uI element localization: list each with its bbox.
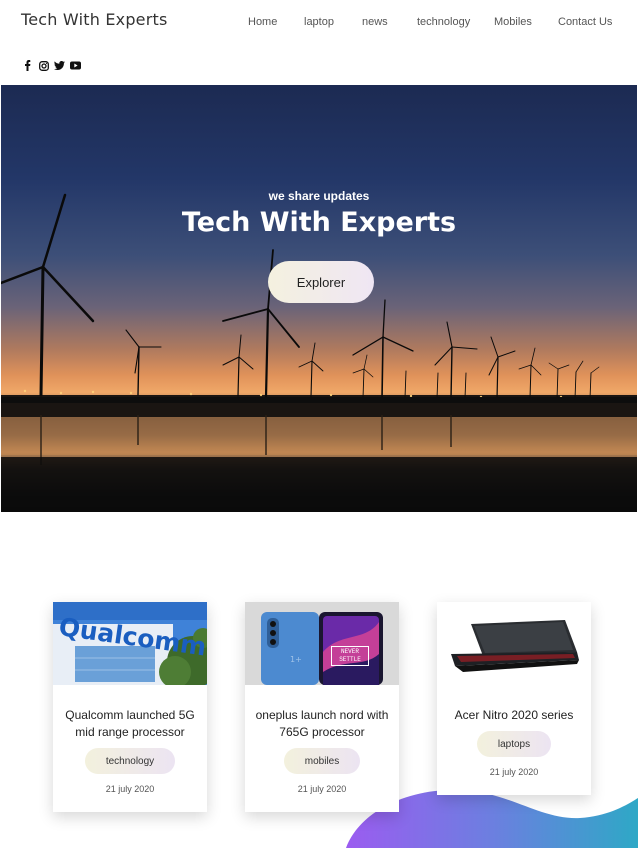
- social-links: [22, 60, 81, 71]
- tag-technology[interactable]: technology: [85, 748, 175, 774]
- twitter-icon[interactable]: [54, 60, 65, 71]
- hero-title: Tech With Experts: [181, 207, 457, 238]
- facebook-icon[interactable]: [22, 60, 33, 71]
- explorer-button[interactable]: Explorer: [268, 261, 374, 303]
- post-card-oneplus[interactable]: 1+ NEVER SETTLE oneplus launch nord with…: [245, 602, 399, 812]
- post-date: 21 july 2020: [489, 767, 539, 777]
- nav-mobiles[interactable]: Mobiles: [494, 16, 532, 28]
- nav-laptop[interactable]: laptop: [304, 16, 334, 28]
- oneplus-nord-phones-image: 1+ NEVER SETTLE: [245, 602, 399, 685]
- hero-subtitle: we share updates: [268, 189, 370, 203]
- nav-home[interactable]: Home: [248, 16, 277, 28]
- post-date: 21 july 2020: [297, 784, 347, 794]
- svg-text:1+: 1+: [290, 655, 302, 664]
- tag-mobiles[interactable]: mobiles: [284, 748, 360, 774]
- acer-nitro-laptop-image: [437, 602, 591, 685]
- nav-technology[interactable]: technology: [417, 16, 470, 28]
- instagram-icon[interactable]: [38, 60, 49, 71]
- never-settle-text: NEVER SETTLE: [331, 646, 369, 666]
- page: Tech With Experts Home laptop news techn…: [0, 0, 638, 848]
- post-date: 21 july 2020: [105, 784, 155, 794]
- youtube-icon[interactable]: [70, 60, 81, 71]
- hero-banner: we share updates Tech With Experts Explo…: [1, 85, 637, 512]
- post-title[interactable]: oneplus launch nord with 765G processor: [245, 707, 399, 741]
- qualcomm-building-image: Qualcomm: [53, 602, 207, 685]
- nav-news[interactable]: news: [362, 16, 388, 28]
- nav-contact-us[interactable]: Contact Us: [558, 16, 612, 28]
- tag-laptops[interactable]: laptops: [477, 731, 551, 757]
- post-title[interactable]: Qualcomm launched 5G mid range processor: [53, 707, 207, 741]
- post-card-qualcomm[interactable]: Qualcomm Qualcomm launched 5G mid range …: [53, 602, 207, 812]
- post-card-acer[interactable]: Acer Nitro 2020 series laptops 21 july 2…: [437, 602, 591, 795]
- main-nav: Home laptop news technology Mobiles Cont…: [0, 16, 638, 32]
- post-title[interactable]: Acer Nitro 2020 series: [437, 707, 591, 724]
